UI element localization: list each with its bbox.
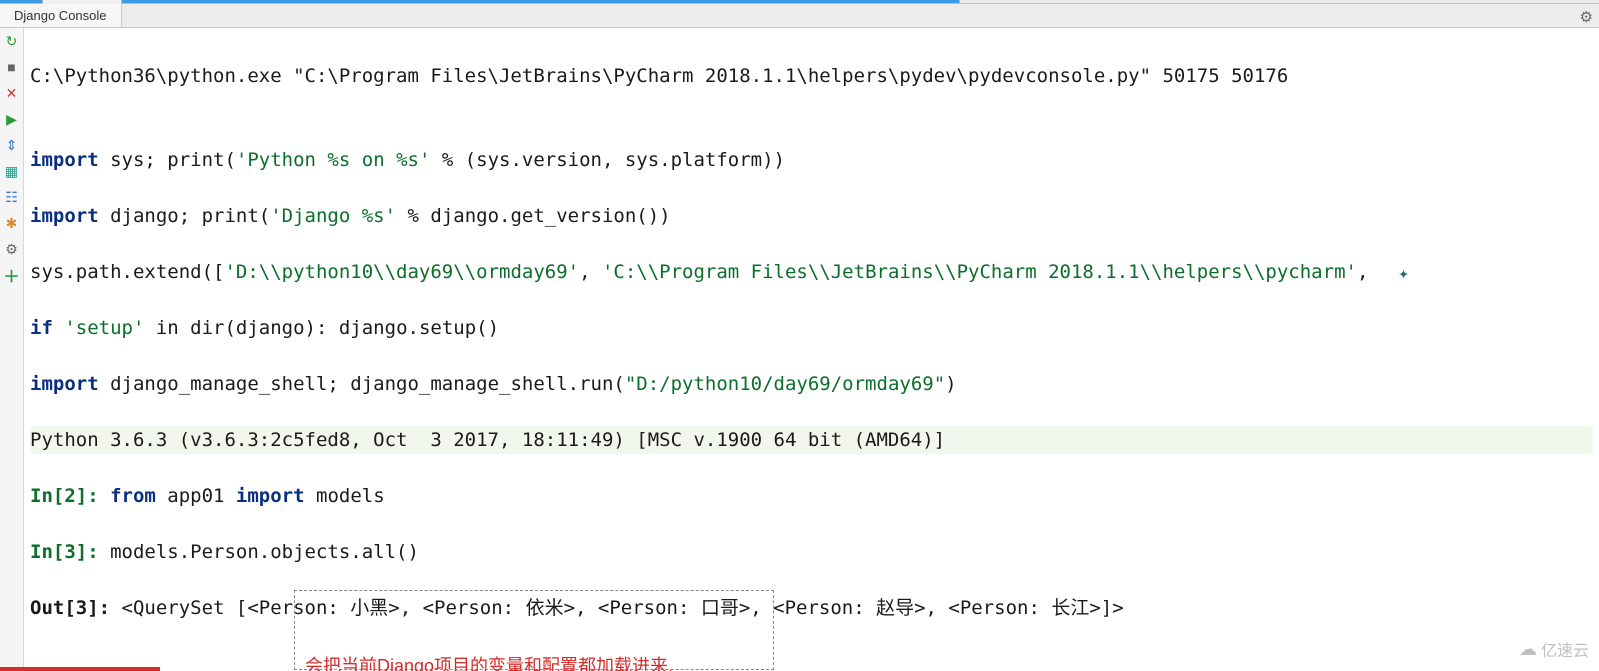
manage-shell-line: import django_manage_shell; django_manag… — [30, 370, 1593, 398]
workspace: ↻ ■ ✕ ▶ ⇕ ▦ ☷ ✱ ⚙ ＋ C:\Python36\python.e… — [0, 28, 1599, 671]
props-icon[interactable]: ☷ — [3, 188, 21, 206]
in-2-line: In[2]: from app01 import models — [30, 482, 1593, 510]
syspath-line: sys.path.extend(['D:\\python10\\day69\\o… — [30, 258, 1593, 286]
close-icon[interactable]: ✕ — [3, 84, 21, 102]
debug-icon[interactable]: ✱ — [3, 214, 21, 232]
cursor-icon: ✦ — [1398, 260, 1409, 288]
in-prompt: In[3]: — [30, 541, 110, 563]
console-toolbar: ↻ ■ ✕ ▶ ⇕ ▦ ☷ ✱ ⚙ ＋ — [0, 28, 24, 671]
watermark: ☁ 亿速云 — [1519, 637, 1589, 661]
run-icon[interactable]: ▶ — [3, 110, 21, 128]
kw-import: import — [30, 205, 99, 227]
import-sys-line: import sys; print('Python %s on %s' % (s… — [30, 146, 1593, 174]
cloud-icon: ☁ — [1519, 639, 1537, 660]
rerun-icon[interactable]: ↻ — [3, 32, 21, 50]
annotation-box: 会把当前Django项目的变量和配置都加载进来, 我们可以直接使用项目的各种模块… — [294, 590, 774, 670]
out-prompt: Out[3]: — [30, 597, 122, 619]
bottom-accent — [0, 667, 160, 671]
python-version-line: Python 3.6.3 (v3.6.3:2c5fed8, Oct 3 2017… — [30, 426, 1593, 454]
gear-icon[interactable]: ⚙ — [1580, 8, 1593, 26]
out-3-line: Out[3]: <QuerySet [<Person: 小黑>, <Person… — [30, 594, 1593, 622]
import-django-line: import django; print('Django %s' % djang… — [30, 202, 1593, 230]
kw-from: from — [110, 485, 156, 507]
setup-line: if 'setup' in dir(django): django.setup(… — [30, 314, 1593, 342]
annotation-line-1: 会把当前Django项目的变量和配置都加载进来, — [305, 653, 763, 671]
kw-import: import — [30, 149, 99, 171]
kw-import: import — [236, 485, 305, 507]
stop-icon[interactable]: ■ — [3, 58, 21, 76]
in-prompt: In[2]: — [30, 485, 110, 507]
add-icon[interactable]: ＋ — [3, 266, 21, 284]
exec-line: C:\Python36\python.exe "C:\Program Files… — [30, 62, 1593, 90]
settings-icon[interactable]: ⚙ — [3, 240, 21, 258]
tool-window-tab-bar: Django Console ⚙ — [0, 4, 1599, 28]
tab-label: Django Console — [14, 8, 107, 23]
watermark-text: 亿速云 — [1541, 637, 1589, 661]
console-output[interactable]: C:\Python36\python.exe "C:\Program Files… — [24, 28, 1599, 671]
vars-icon[interactable]: ▦ — [3, 162, 21, 180]
kw-import: import — [30, 373, 99, 395]
in-3-line: In[3]: models.Person.objects.all() — [30, 538, 1593, 566]
attach-icon[interactable]: ⇕ — [3, 136, 21, 154]
tab-django-console[interactable]: Django Console — [0, 4, 122, 27]
